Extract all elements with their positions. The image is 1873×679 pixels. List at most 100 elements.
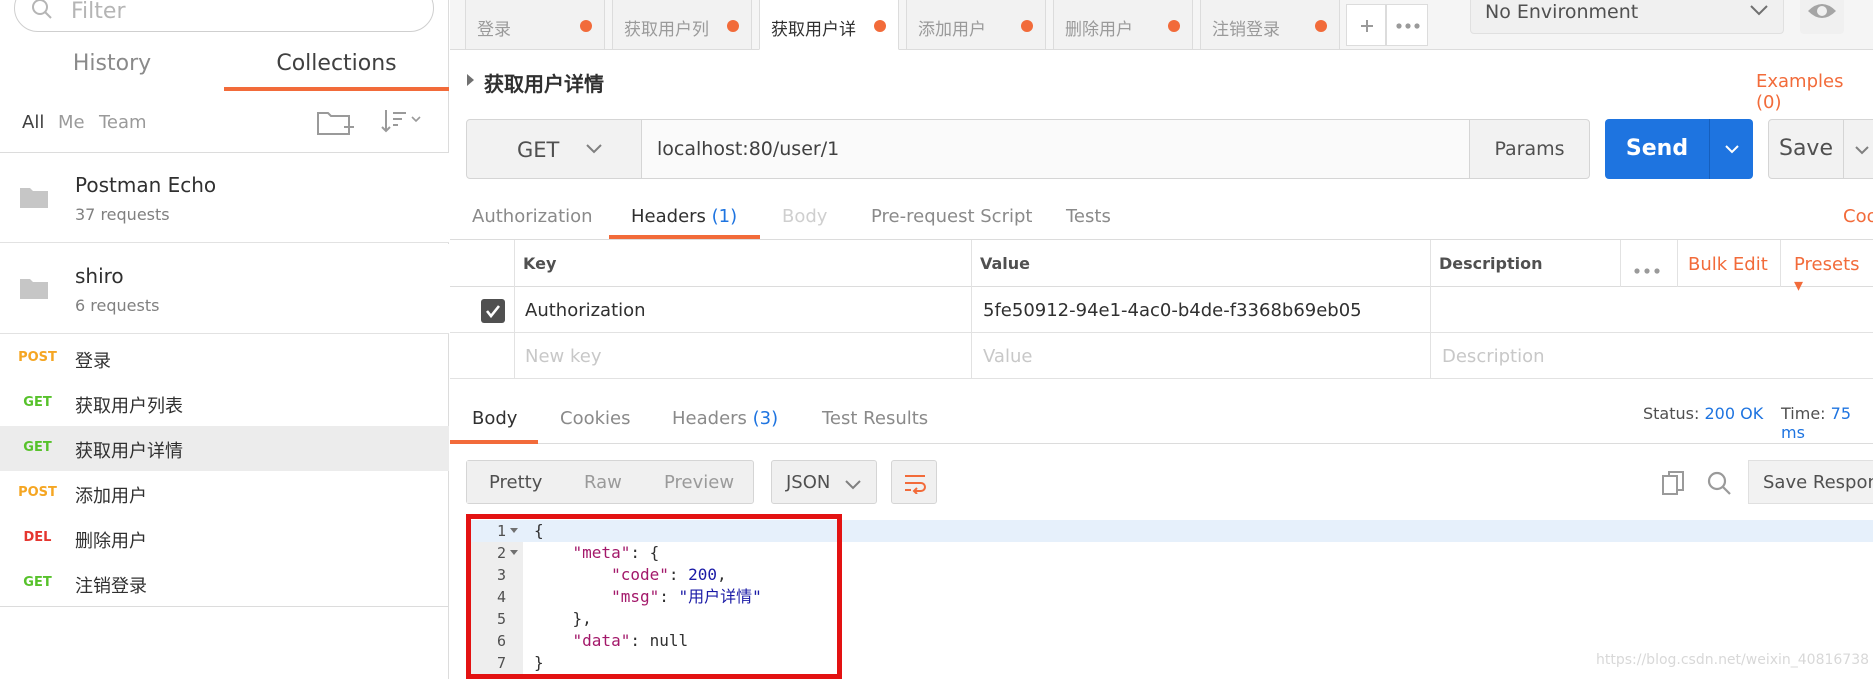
request-tab[interactable]: 删除用户 xyxy=(1053,0,1193,50)
tab-cookies[interactable]: Cookies xyxy=(560,408,630,429)
environment-quick-look-button[interactable] xyxy=(1800,0,1844,34)
chevron-down-icon xyxy=(1749,2,1769,21)
collection-count: 37 requests xyxy=(75,205,170,224)
code-link[interactable]: Coo xyxy=(1843,206,1873,227)
request-tab-active[interactable]: 获取用户详 xyxy=(759,0,899,50)
wrap-lines-button[interactable] xyxy=(891,460,937,504)
method-select[interactable]: GET xyxy=(466,119,642,179)
request-item[interactable]: GET 获取用户列表 xyxy=(0,381,449,426)
tab-test-results[interactable]: Test Results xyxy=(822,408,928,429)
bulk-edit-link[interactable]: Bulk Edit xyxy=(1688,254,1768,275)
save-button[interactable]: Save xyxy=(1768,119,1844,179)
code-text: "meta": { xyxy=(572,543,660,562)
collection-item[interactable]: Postman Echo 37 requests xyxy=(0,153,449,243)
collection-item[interactable]: shiro 6 requests xyxy=(0,244,449,334)
request-item[interactable]: POST 登录 xyxy=(0,336,449,381)
method-badge: POST xyxy=(18,350,57,365)
view-mode-group: Pretty Raw Preview xyxy=(466,460,754,504)
new-key-input[interactable]: New key xyxy=(525,346,602,367)
new-collection-icon[interactable] xyxy=(316,107,356,141)
request-tab[interactable]: 登录 xyxy=(465,0,605,50)
tab-response-body[interactable]: Body xyxy=(472,408,517,429)
time-label: Time: xyxy=(1781,404,1826,423)
params-button[interactable]: Params xyxy=(1469,119,1590,179)
tab-tests[interactable]: Tests xyxy=(1066,206,1111,227)
method-badge: GET xyxy=(23,575,52,590)
request-item[interactable]: GET 注销登录 xyxy=(0,561,449,606)
tab-history[interactable]: History xyxy=(0,45,224,91)
headers-table-head: Key Value Description Bulk Edit Presets … xyxy=(450,240,1873,296)
examples-link[interactable]: Examples (0) xyxy=(1756,71,1873,113)
collection-name: shiro xyxy=(75,264,124,288)
sidebar-tabs: History Collections xyxy=(0,45,449,91)
status-label: Status: xyxy=(1643,404,1700,423)
request-item-active[interactable]: GET 获取用户详情 xyxy=(0,426,449,471)
request-name: 获取用户详情 xyxy=(75,441,183,462)
tab-body[interactable]: Body xyxy=(782,206,827,227)
code-text: "code": 200, xyxy=(611,565,727,584)
request-tab[interactable]: 注销登录 xyxy=(1200,0,1340,50)
view-pretty[interactable]: Pretty xyxy=(489,472,542,493)
new-tab-button[interactable] xyxy=(1346,4,1386,46)
code-line: 5 }, xyxy=(466,608,1873,630)
sort-icon[interactable] xyxy=(380,107,422,139)
chevron-down-icon xyxy=(1724,141,1740,160)
tab-collections[interactable]: Collections xyxy=(224,45,449,91)
new-description-input[interactable]: Description xyxy=(1442,346,1545,367)
ellipsis-icon[interactable] xyxy=(1633,260,1661,279)
more-tabs-button[interactable] xyxy=(1386,4,1428,46)
format-select[interactable]: JSON xyxy=(771,460,877,504)
scope-team[interactable]: Team xyxy=(99,112,147,133)
request-name: 注销登录 xyxy=(75,576,147,597)
watermark: https://blog.csdn.net/weixin_40816738 xyxy=(1596,652,1870,668)
collection-name: Postman Echo xyxy=(75,173,217,197)
fold-caret-icon[interactable] xyxy=(510,528,518,533)
line-number: 7 xyxy=(496,654,506,672)
active-tab-indicator xyxy=(450,440,538,444)
request-name: 添加用户 xyxy=(75,486,147,507)
tab-response-headers[interactable]: Headers (3) xyxy=(672,408,778,429)
request-tab[interactable]: 添加用户 xyxy=(906,0,1046,50)
header-key-cell[interactable]: Authorization xyxy=(525,300,646,321)
search-icon[interactable] xyxy=(1706,470,1732,500)
time-readout: Time: 75 ms xyxy=(1781,404,1873,442)
tab-response-headers-label: Headers xyxy=(672,408,747,429)
code-line: 2 "meta": { xyxy=(466,542,1873,564)
tab-headers-label: Headers xyxy=(631,206,706,227)
chevron-down-icon xyxy=(585,141,603,160)
url-input[interactable]: localhost:80/user/1 xyxy=(641,119,1470,179)
view-preview[interactable]: Preview xyxy=(664,472,734,493)
headers-count-badge: (1) xyxy=(711,206,738,227)
view-raw[interactable]: Raw xyxy=(584,472,622,493)
request-title[interactable]: 获取用户详情 xyxy=(484,68,604,97)
enabled-checkbox[interactable] xyxy=(481,299,505,323)
filter-input[interactable]: Filter xyxy=(14,0,434,32)
ellipsis-icon xyxy=(1396,23,1420,29)
save-response-button[interactable]: Save Response xyxy=(1748,460,1873,504)
environment-select[interactable]: No Environment xyxy=(1470,0,1784,34)
request-item[interactable]: DEL 删除用户 xyxy=(0,516,449,561)
line-number: 1 xyxy=(496,522,506,540)
copy-icon[interactable] xyxy=(1661,470,1687,500)
tab-headers[interactable]: Headers (1) xyxy=(631,206,737,227)
header-value-cell[interactable]: 5fe50912-94e1-4ac0-b4de-f3368b69eb05 xyxy=(983,300,1362,321)
request-name: 获取用户列表 xyxy=(75,396,183,417)
divider xyxy=(1780,240,1781,287)
new-value-input[interactable]: Value xyxy=(983,346,1032,367)
scope-all[interactable]: All xyxy=(22,112,44,133)
request-section-tabs: Authorization Headers (1) Body Pre-reque… xyxy=(450,195,1873,240)
fold-caret-icon[interactable] xyxy=(510,550,518,555)
code-line: 3 "code": 200, xyxy=(466,564,1873,586)
request-tab[interactable]: 获取用户列 xyxy=(612,0,752,50)
save-options-button[interactable] xyxy=(1843,119,1873,179)
request-item[interactable]: POST 添加用户 xyxy=(0,471,449,516)
send-options-button[interactable] xyxy=(1709,119,1753,179)
scope-me[interactable]: Me xyxy=(58,112,85,133)
tab-pre-request-script[interactable]: Pre-request Script xyxy=(871,206,1032,227)
tab-authorization[interactable]: Authorization xyxy=(472,206,593,227)
status-value[interactable]: 200 OK xyxy=(1704,404,1763,423)
plus-icon xyxy=(1361,20,1373,32)
send-button[interactable]: Send xyxy=(1605,119,1709,179)
divider xyxy=(0,606,449,607)
expand-caret-icon[interactable] xyxy=(467,74,474,86)
